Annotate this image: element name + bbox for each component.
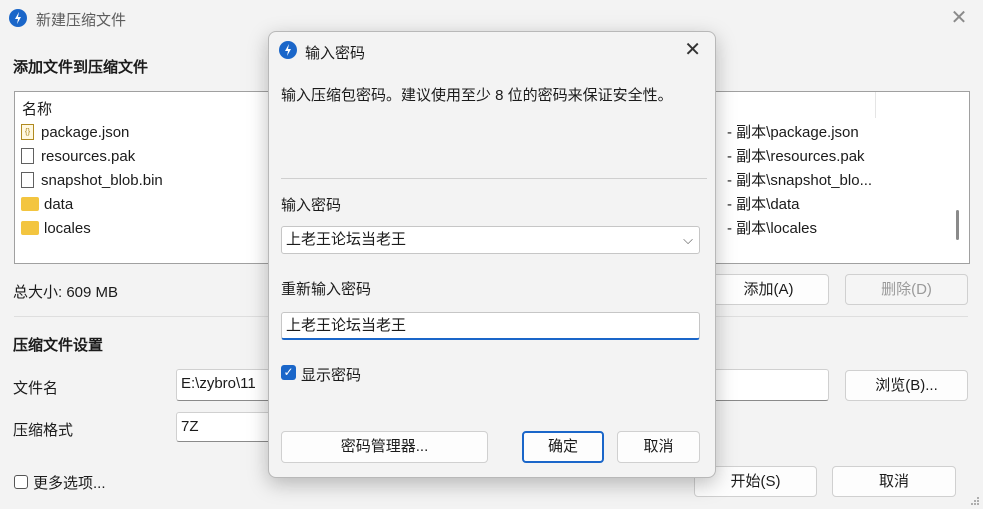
dialog-title: 输入密码	[305, 45, 366, 62]
more-options-label[interactable]: 更多选项...	[33, 472, 106, 493]
more-options-checkbox[interactable]	[14, 475, 28, 489]
folder-icon	[21, 197, 39, 211]
file-name: package.json	[41, 123, 130, 141]
password-manager-button[interactable]: 密码管理器...	[281, 431, 488, 463]
file-name: snapshot_blob.bin	[41, 171, 163, 189]
show-password-checkbox[interactable]: ✓	[281, 365, 296, 380]
dest-path: - 副本\data	[727, 196, 800, 213]
list-item[interactable]: resources.pak	[21, 145, 135, 167]
delete-button[interactable]: 删除(D)	[845, 274, 968, 305]
column-divider[interactable]	[875, 92, 876, 118]
list-item[interactable]: data	[21, 193, 73, 215]
show-password-label[interactable]: 显示密码	[301, 364, 361, 385]
dialog-title-bar: 输入密码 ✕	[269, 32, 715, 70]
list-item[interactable]: locales	[21, 217, 91, 239]
scrollbar-thumb[interactable]	[956, 210, 959, 240]
app-logo-icon	[9, 9, 27, 27]
close-icon[interactable]: ✕	[947, 6, 971, 30]
app-logo-icon	[279, 41, 297, 59]
dest-path: - 副本\locales	[727, 220, 818, 237]
password-input[interactable]: 上老王论坛当老王 ⌵	[281, 226, 700, 254]
dest-path: - 副本\resources.pak	[727, 148, 865, 165]
filename-label: 文件名	[13, 380, 59, 397]
column-header-name[interactable]: 名称	[22, 98, 52, 119]
browse-button[interactable]: 浏览(B)...	[845, 370, 968, 401]
dialog-cancel-button[interactable]: 取消	[617, 431, 700, 463]
password-value: 上老王论坛当老王	[286, 231, 407, 248]
format-label: 压缩格式	[13, 422, 74, 439]
resize-grip-icon[interactable]	[970, 496, 980, 506]
window-title: 新建压缩文件	[36, 12, 127, 29]
reenter-password-input[interactable]: 上老王论坛当老王	[281, 312, 700, 340]
password-dialog: 输入密码 ✕ 输入压缩包密码。建议使用至少 8 位的密码来保证安全性。 输入密码…	[268, 31, 716, 478]
ok-button[interactable]: 确定	[522, 431, 604, 463]
reenter-password-label: 重新输入密码	[281, 281, 372, 298]
dest-path: - 副本\snapshot_blo...	[727, 172, 873, 189]
settings-heading: 压缩文件设置	[13, 337, 104, 354]
file-name: locales	[44, 219, 91, 237]
file-name: resources.pak	[41, 147, 136, 165]
folder-icon	[21, 221, 39, 235]
json-file-icon: {}	[21, 124, 34, 140]
password-label: 输入密码	[281, 197, 342, 214]
add-files-heading: 添加文件到压缩文件	[13, 59, 149, 76]
cancel-button[interactable]: 取消	[832, 466, 956, 497]
dest-path: - 副本\package.json	[727, 124, 859, 141]
close-icon[interactable]: ✕	[684, 38, 701, 62]
list-item[interactable]: snapshot_blob.bin	[21, 169, 163, 191]
divider	[281, 178, 707, 179]
file-icon	[21, 172, 34, 188]
file-name: data	[44, 195, 74, 213]
total-size: 总大小: 609 MB	[13, 284, 119, 301]
add-button[interactable]: 添加(A)	[708, 274, 829, 305]
list-item[interactable]: {} package.json	[21, 121, 129, 143]
dialog-description: 输入压缩包密码。建议使用至少 8 位的密码来保证安全性。	[281, 87, 673, 104]
file-icon	[21, 148, 34, 164]
chevron-down-icon[interactable]: ⌵	[683, 227, 693, 253]
